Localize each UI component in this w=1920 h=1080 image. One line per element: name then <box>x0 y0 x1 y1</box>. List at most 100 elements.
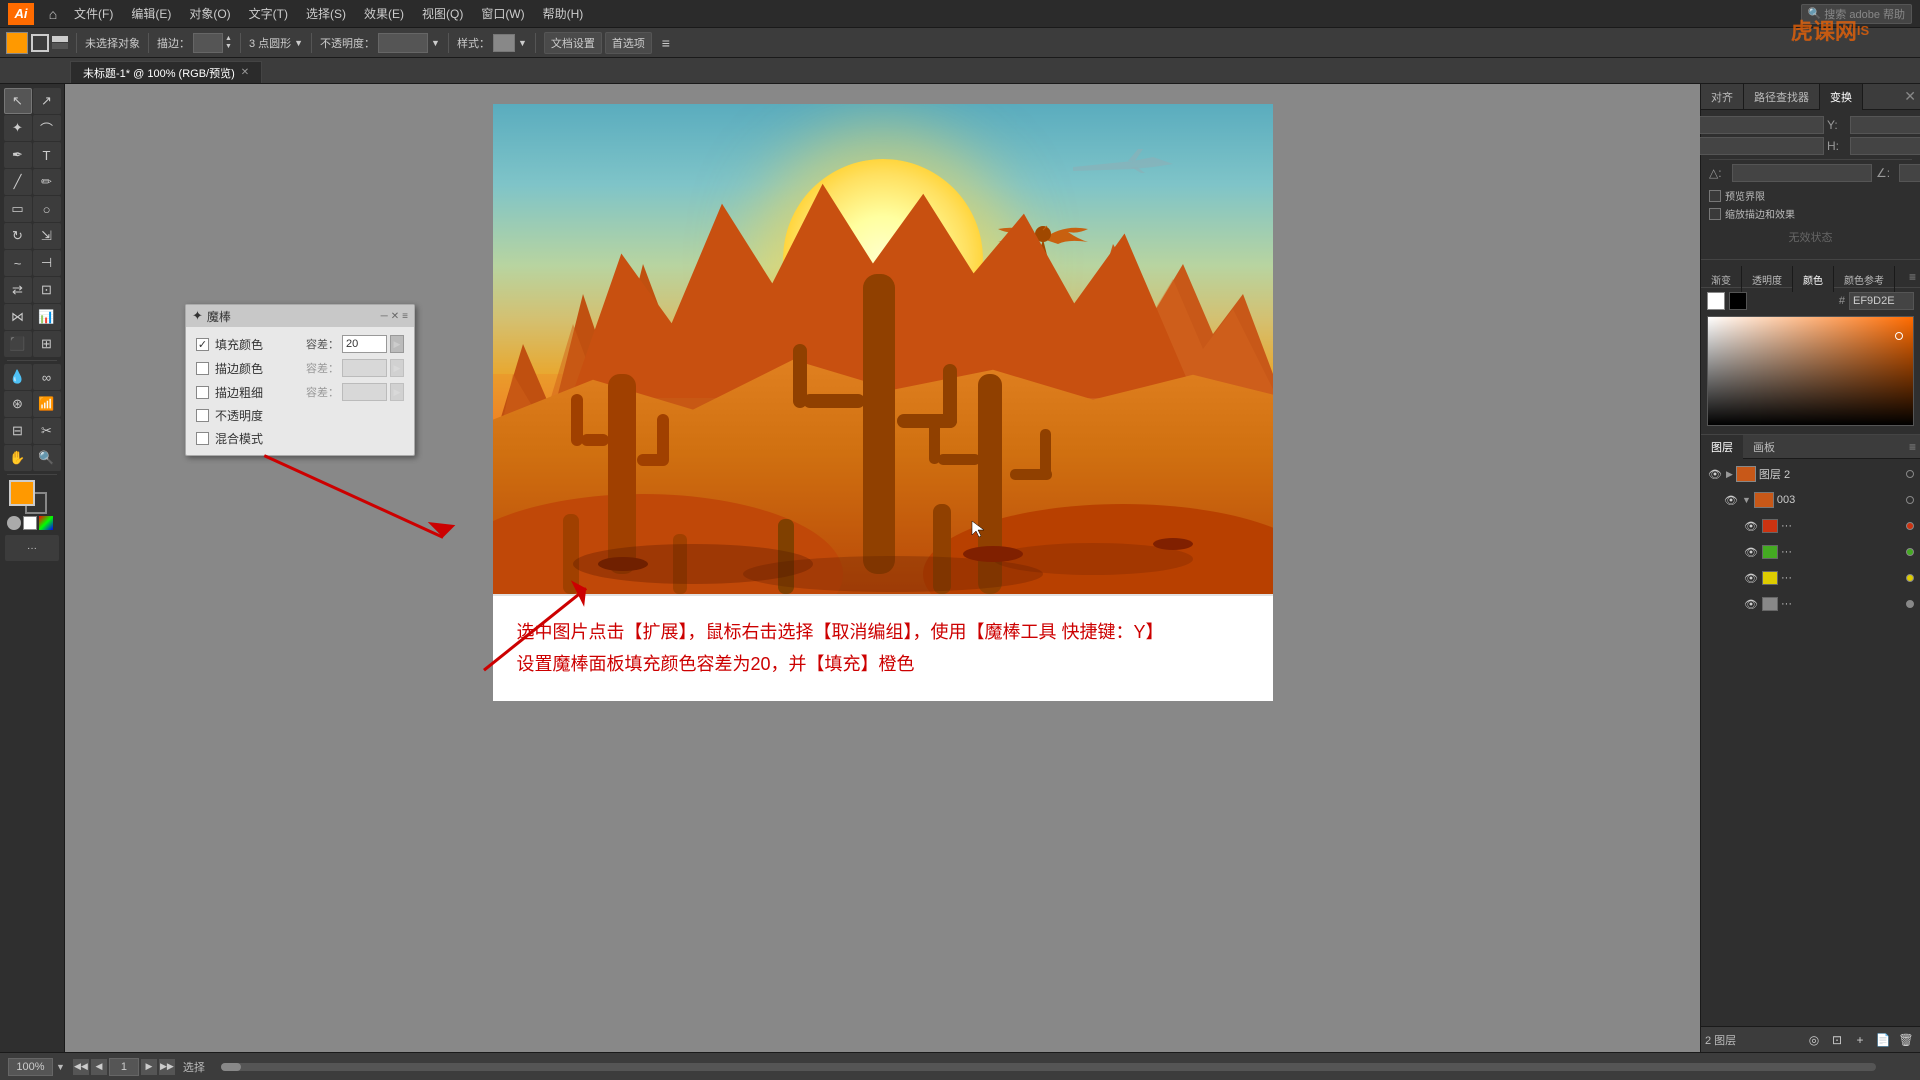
pathfinder-tab[interactable]: 路径查找器 <box>1744 84 1820 110</box>
scale-tool[interactable]: ⇲ <box>33 223 61 249</box>
brush-arrows[interactable]: ▲▼ <box>225 35 232 50</box>
sublayer-red-eye[interactable]: 👁 <box>1743 518 1759 534</box>
make-clipping-btn[interactable]: ⊡ <box>1827 1031 1847 1049</box>
gradient-tool[interactable]: ⬛ <box>4 331 32 357</box>
preferences-btn[interactable]: 首选项 <box>605 32 652 54</box>
tolerance-input[interactable] <box>342 335 387 353</box>
menu-edit[interactable]: 编辑(E) <box>123 3 179 24</box>
extra-tools-btn[interactable]: ··· <box>5 535 59 561</box>
transparency-tab[interactable]: 透明度 <box>1742 266 1793 292</box>
w-input[interactable] <box>1684 137 1824 155</box>
layer-2-expand[interactable]: ▶ <box>1726 469 1733 480</box>
x-input[interactable] <box>1684 116 1824 134</box>
menu-text[interactable]: 文字(T) <box>241 3 296 24</box>
close-top-panel-btn[interactable]: ✕ <box>1904 88 1916 105</box>
style-dropdown[interactable]: ▼ <box>518 38 527 48</box>
page-next-btn[interactable]: ▶ <box>141 1059 157 1075</box>
align-tab[interactable]: 对齐 <box>1701 84 1744 110</box>
delete-layer-btn[interactable]: 🗑 <box>1896 1031 1916 1049</box>
blend-mode-checkbox[interactable] <box>196 432 209 445</box>
panel-menu-btn[interactable]: ≡ <box>402 311 408 322</box>
swap-icon[interactable] <box>23 516 37 530</box>
opacity-input[interactable]: 100% <box>378 33 428 53</box>
rotate-tool[interactable]: ↻ <box>4 223 32 249</box>
hand-tool[interactable]: ✋ <box>4 445 32 471</box>
direct-select-tool[interactable]: ↗ <box>33 88 61 114</box>
layer-2-item[interactable]: 👁 ▶ 图层 2 <box>1703 461 1918 487</box>
sublayer-003-expand[interactable]: ▼ <box>1742 495 1751 505</box>
opacity-checkbox[interactable] <box>196 409 209 422</box>
new-layer-btn[interactable]: 📄 <box>1873 1031 1893 1049</box>
point-type-dropdown[interactable]: ▼ <box>294 38 303 48</box>
text-tool[interactable]: T <box>33 142 61 168</box>
pencil-tool[interactable]: ✏ <box>33 169 61 195</box>
mesh-tool[interactable]: ⊞ <box>33 331 61 357</box>
black-swatch[interactable] <box>1729 292 1747 310</box>
page-last-btn[interactable]: ▶▶ <box>159 1059 175 1075</box>
color-tab[interactable]: 颜色 <box>1793 266 1834 292</box>
style-swatch[interactable] <box>493 34 515 52</box>
locate-layer-btn[interactable]: ◎ <box>1804 1031 1824 1049</box>
color-guide-tab[interactable]: 颜色参考 <box>1834 266 1895 292</box>
h-input[interactable] <box>1850 137 1920 155</box>
extra-options-btn[interactable]: ≡ <box>655 32 677 54</box>
graph-tool[interactable]: 📊 <box>33 304 61 330</box>
select-tool[interactable]: ↖ <box>4 88 32 114</box>
magic-wand-tool[interactable]: ✦ <box>4 115 32 141</box>
angle-input[interactable] <box>1732 164 1872 182</box>
artboard-tab[interactable]: 画板 <box>1743 435 1785 459</box>
scroll-track[interactable] <box>221 1063 1876 1071</box>
sublayer-003-eye[interactable]: 👁 <box>1723 492 1739 508</box>
width-tool[interactable]: ⊣ <box>33 250 61 276</box>
stroke-width-checkbox[interactable] <box>196 386 209 399</box>
document-tab[interactable]: 未标题-1* @ 100% (RGB/预览) ✕ <box>70 61 262 83</box>
y-input[interactable] <box>1850 116 1920 134</box>
sublayer-red[interactable]: 👁 ··· <box>1703 513 1918 539</box>
symbol-tool[interactable]: ⊛ <box>4 391 32 417</box>
none-icon[interactable] <box>7 516 21 530</box>
color-spectrum[interactable] <box>1707 316 1914 426</box>
stroke-color-swatch[interactable] <box>31 34 49 52</box>
shear-input[interactable] <box>1899 164 1920 182</box>
tab-close-btn[interactable]: ✕ <box>241 67 249 78</box>
brush-width-input[interactable] <box>193 33 223 53</box>
zoom-tool[interactable]: 🔍 <box>33 445 61 471</box>
panel-minimize-btn[interactable]: ─ <box>381 311 388 322</box>
transform-tab[interactable]: 变换 <box>1820 84 1863 110</box>
zoom-input[interactable] <box>8 1058 53 1076</box>
sublayer-003[interactable]: 👁 ▼ 003 <box>1703 487 1918 513</box>
stroke-color-checkbox[interactable] <box>196 362 209 375</box>
hex-input[interactable] <box>1849 292 1914 310</box>
sublayer-yellow[interactable]: 👁 ··· <box>1703 565 1918 591</box>
lasso-tool[interactable]: ⌒ <box>33 115 61 141</box>
menu-file[interactable]: 文件(F) <box>66 3 121 24</box>
scale-stroke-checkbox[interactable] <box>1709 190 1721 202</box>
menu-help[interactable]: 帮助(H) <box>535 3 592 24</box>
scroll-thumb[interactable] <box>221 1063 241 1071</box>
warp-tool[interactable]: ~ <box>4 250 32 276</box>
eyedropper-tool[interactable]: 💧 <box>4 364 32 390</box>
menu-object[interactable]: 对象(O) <box>181 3 238 24</box>
white-swatch[interactable] <box>1707 292 1725 310</box>
free-transform-tool[interactable]: ⊡ <box>33 277 61 303</box>
gradient-tab[interactable]: 渐变 <box>1701 266 1742 292</box>
slice-tool[interactable]: ✂ <box>33 418 61 444</box>
rect-tool[interactable]: ▭ <box>4 196 32 222</box>
shape-builder-tool[interactable]: ⋈ <box>4 304 32 330</box>
fill-color-swatch[interactable] <box>6 32 28 54</box>
sublayer-gray-eye[interactable]: 👁 <box>1743 596 1759 612</box>
tolerance-arrow-btn[interactable]: ▶ <box>390 335 404 353</box>
page-input[interactable] <box>109 1058 139 1076</box>
menu-effect[interactable]: 效果(E) <box>356 3 412 24</box>
zoom-dropdown[interactable]: ▼ <box>56 1062 65 1072</box>
opacity-dropdown[interactable]: ▼ <box>431 38 440 48</box>
stroke-width-arrow[interactable]: ▶ <box>390 383 404 401</box>
sublayer-gray[interactable]: 👁 ··· <box>1703 591 1918 617</box>
pen-tool[interactable]: ✒ <box>4 142 32 168</box>
color-section-menu[interactable]: ≡ <box>1905 266 1920 287</box>
color-mode-toggle[interactable] <box>52 36 68 50</box>
new-sublayer-btn[interactable]: + <box>1850 1031 1870 1049</box>
artboard-tool[interactable]: ⊟ <box>4 418 32 444</box>
fill-color-checkbox[interactable]: ✓ <box>196 338 209 351</box>
reflect-tool[interactable]: ⇄ <box>4 277 32 303</box>
